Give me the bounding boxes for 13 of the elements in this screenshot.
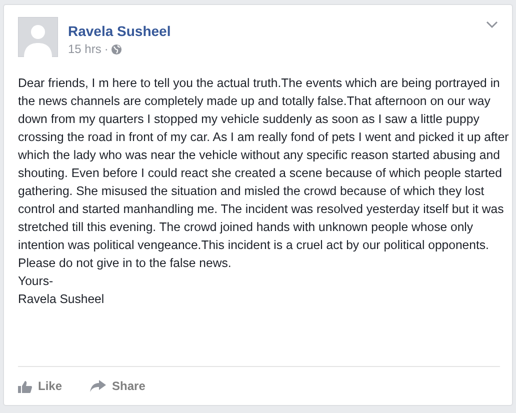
post-text: Ravela Susheel [18, 291, 106, 308]
separator-dot: · [104, 42, 108, 56]
author-name[interactable]: Ravela Susheel [68, 23, 171, 39]
post-time[interactable]: 15 hrs [68, 42, 102, 56]
share-button[interactable]: Share [90, 379, 146, 393]
share-arrow-icon [90, 380, 106, 392]
post-text: Dear friends, I m here to tell you the actual truth.The events which are being portrayed in the news channels are completely made up and totally false.That afternoon on our way down from my quarters I stopped my vehicle suddenly as soon as I saw a little puppy crossing the road in front of my car. As I am really fond of pets I went and picked it up after which the lady who was near the vehicle without any specific reason started abusing and shouting. Even before I could react she created a scene because of which people started gathering. She misused the situation and misled the crowd because of which they lost control and started manhandling me. The incident was resolved yesterday itself but it was stretched till this evening. The crowd joined hands with unknown people whose only intention was political vengeance.This incident is a cruel act by our political opponents. Please do not give in to the false news. [18, 75, 510, 272]
thumbs-up-icon [18, 380, 32, 392]
post-text: Yours- [18, 273, 54, 290]
avatar-placeholder[interactable] [18, 17, 58, 57]
chevron-down-icon[interactable] [486, 21, 498, 29]
like-button[interactable]: Like [18, 379, 62, 393]
globe-icon [111, 44, 122, 54]
